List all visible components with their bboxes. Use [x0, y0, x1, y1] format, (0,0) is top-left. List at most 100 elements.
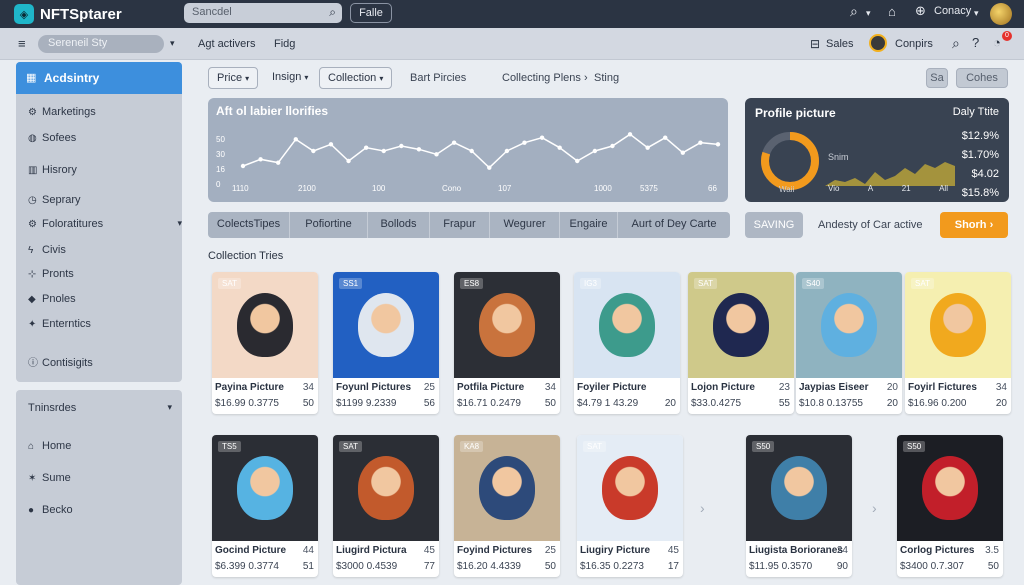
- data-point: [504, 148, 510, 154]
- nft-card[interactable]: IG3 Foyiler Picture $4.79 1 43.29 20: [574, 272, 680, 414]
- sidebar-item-history[interactable]: ▥ Hisrory: [28, 164, 77, 176]
- nft-image[interactable]: SAT: [905, 272, 1011, 378]
- home-icon[interactable]: ⌂: [888, 4, 896, 19]
- nft-card[interactable]: SAT Lojon Picture 23 $33.0.4275 55: [688, 272, 794, 414]
- nft-image[interactable]: S50: [897, 435, 1003, 541]
- tab-aurt-of-dey-carte[interactable]: Aurt of Dey Carte: [618, 212, 730, 238]
- nft-image[interactable]: SS1: [333, 272, 439, 378]
- sidebar-item-becko[interactable]: ● Becko: [28, 504, 73, 516]
- sales-link[interactable]: Sales: [826, 38, 854, 50]
- data-point: [627, 132, 633, 137]
- tab-pofiortine[interactable]: Pofiortine: [290, 212, 368, 238]
- app-logo[interactable]: ◈ NFTSptarer: [14, 4, 122, 24]
- filter-button[interactable]: Falle: [350, 3, 392, 23]
- character-avatar: [771, 456, 827, 520]
- nft-image[interactable]: SAT: [577, 435, 683, 541]
- saving-button[interactable]: SAVING: [745, 212, 803, 238]
- tab-colectstipes[interactable]: ColectsTipes: [208, 212, 290, 238]
- card-badge: IG3: [580, 278, 601, 289]
- nft-image[interactable]: S40: [796, 272, 902, 378]
- sidebar-item-enterntics[interactable]: ✦ Enterntics: [28, 318, 91, 330]
- sidebar-item-civis[interactable]: ϟ Civis: [28, 244, 66, 256]
- collecting-plens-link[interactable]: Collecting Plens: [502, 72, 581, 84]
- search-input[interactable]: Sancdel ⌕: [184, 3, 342, 23]
- sidebar-header[interactable]: ▦ Acdsintry: [16, 62, 182, 94]
- tab-bollods[interactable]: Bollods: [368, 212, 430, 238]
- close-button[interactable]: Cohes: [956, 68, 1008, 88]
- search-icon[interactable]: ⌕: [850, 3, 858, 20]
- sidebar-item-marketings[interactable]: ⚙ Marketings: [28, 106, 96, 118]
- nav-link-activers[interactable]: Agt activers: [198, 38, 255, 50]
- nft-card[interactable]: SS1 Foyunl Pictures 25 $1199 9.2339 56: [333, 272, 439, 414]
- chevron-down-icon[interactable]: ▾: [866, 8, 871, 19]
- nft-image[interactable]: TS5: [212, 435, 318, 541]
- avatar[interactable]: [990, 3, 1012, 25]
- nft-card[interactable]: TS5 Gocind Picture 44 $6.399 0.3774 51: [212, 435, 318, 577]
- tab-wegurer[interactable]: Wegurer: [490, 212, 560, 238]
- data-point: [592, 148, 598, 154]
- primary-button[interactable]: Shorh ›: [940, 212, 1008, 238]
- sidebar-item-sofees[interactable]: ◍ Sofees: [28, 132, 76, 144]
- collection-filter[interactable]: Collection ▾: [319, 67, 393, 89]
- chevron-right-icon[interactable]: ›: [700, 500, 705, 516]
- card-quantity: 90: [836, 561, 848, 572]
- nft-card[interactable]: ES8 Potfila Picture 34 $16.71 0.2479 50: [454, 272, 560, 414]
- nav-link-fidg[interactable]: Fidg: [274, 38, 295, 50]
- chevron-down-icon[interactable]: ▾: [974, 8, 979, 19]
- card-count: 23: [778, 382, 790, 393]
- tab-frapur[interactable]: Frapur: [430, 212, 490, 238]
- sting-link[interactable]: Sting: [594, 72, 619, 84]
- nft-card[interactable]: SAT Payina Picture 34 $16.99 0.3775 50: [212, 272, 318, 414]
- menu-icon[interactable]: ≡: [18, 36, 26, 51]
- nft-image[interactable]: SAT: [212, 272, 318, 378]
- price-filter[interactable]: Price ▾: [208, 67, 259, 89]
- nft-image[interactable]: KA8: [454, 435, 560, 541]
- nft-image[interactable]: S50: [746, 435, 852, 541]
- best-prices-link[interactable]: Bart Pircies: [410, 72, 466, 84]
- search-icon[interactable]: ⌕: [952, 35, 960, 52]
- nft-image[interactable]: SAT: [333, 435, 439, 541]
- card-quantity: 20: [995, 398, 1007, 409]
- card-count: 25: [423, 382, 435, 393]
- nft-card[interactable]: S50 Liugista Borioranes 24 $11.95 0.3570 90: [746, 435, 852, 577]
- nft-card[interactable]: KA8 Foyind Pictures 25 $16.20 4.4339 50: [454, 435, 560, 577]
- nft-card[interactable]: SAT Liugird Pictura 45 $3000 0.4539 77: [333, 435, 439, 577]
- character-avatar: [358, 293, 414, 357]
- x-tick-label: 107: [498, 184, 512, 193]
- sidebar-item-seprary[interactable]: ◷ Seprary: [28, 194, 81, 206]
- nft-card[interactable]: S40 Jaypias Eiseer 20 $10.8 0.13755 20: [796, 272, 902, 414]
- data-point: [293, 137, 298, 142]
- sidebar-section-title[interactable]: Tninsrdes ▾: [28, 402, 172, 414]
- compars-link[interactable]: Conpirs: [895, 38, 933, 50]
- sidebar-item-pnoles[interactable]: ◆ Pnoles: [28, 293, 76, 305]
- sidebar-item-sume[interactable]: ✶ Sume: [28, 472, 71, 484]
- x-tick-label: 1000: [594, 184, 612, 193]
- nft-card[interactable]: S50 Corlog Pictures 3.5 $3400 0.7.307 50: [897, 435, 1003, 577]
- small-action-button[interactable]: Sa: [926, 68, 948, 88]
- nft-image[interactable]: IG3: [574, 272, 680, 378]
- card-badge: S50: [903, 441, 926, 452]
- line-chart-panel: Aft ol labier llorifies 50 30 16 0 1110 2100 1…: [208, 98, 728, 202]
- insign-filter[interactable]: Insign ▾: [264, 67, 316, 89]
- card-quantity: 56: [423, 398, 435, 409]
- sidebar-item-foloratitures[interactable]: ⚙ Foloratitures ▾: [28, 218, 182, 230]
- globe-icon[interactable]: ⊕: [915, 3, 926, 19]
- nft-image[interactable]: SAT: [688, 272, 794, 378]
- nft-image[interactable]: ES8: [454, 272, 560, 378]
- help-icon[interactable]: ?: [972, 35, 979, 50]
- view-select[interactable]: Sereneil Sty: [38, 35, 164, 53]
- sidebar-item-pronts[interactable]: ⊹ Pronts: [28, 268, 74, 280]
- notification-icon[interactable]: ◔: [993, 35, 1001, 50]
- chevron-right-icon[interactable]: ›: [872, 500, 877, 516]
- data-point: [715, 142, 721, 147]
- nft-card[interactable]: SAT Foyirl Fictures 34 $16.96 0.200 20: [905, 272, 1011, 414]
- nft-card[interactable]: SAT Liugiry Picture 45 $16.35 0.2273 17: [577, 435, 683, 577]
- account-name[interactable]: Conacy: [934, 5, 971, 17]
- chevron-down-icon[interactable]: ▾: [170, 38, 175, 49]
- tab-engaire[interactable]: Engaire: [560, 212, 618, 238]
- cart-icon[interactable]: ⊟: [810, 37, 820, 51]
- donut-label: Waii: [779, 185, 795, 194]
- sidebar-item-home[interactable]: ⌂ Home: [28, 440, 71, 452]
- search-icon[interactable]: ⌕: [329, 5, 336, 20]
- sidebar-item-contisigits[interactable]: ⓘ Contisigits: [28, 354, 93, 369]
